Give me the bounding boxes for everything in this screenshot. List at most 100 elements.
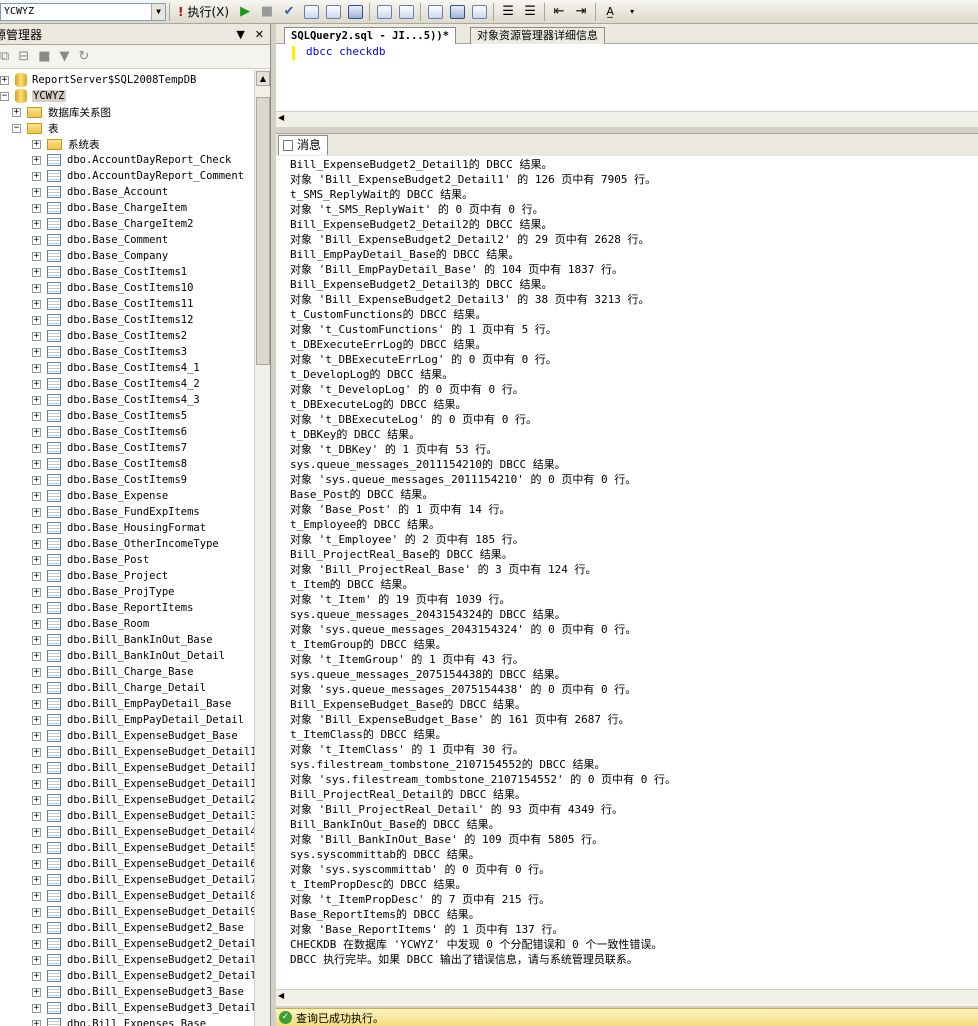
- tree-item-table[interactable]: + dbo.Bill_ExpenseBudget_Detail10: [32, 760, 255, 776]
- intellisense-icon[interactable]: [346, 2, 364, 22]
- expand-icon[interactable]: +: [32, 875, 41, 885]
- tree-item-table[interactable]: + dbo.Base_Room: [32, 616, 149, 632]
- expand-icon[interactable]: +: [32, 779, 41, 789]
- expand-icon[interactable]: +: [32, 379, 41, 389]
- expand-icon[interactable]: +: [32, 1019, 41, 1026]
- tree-item-folder[interactable]: + 系统表: [32, 136, 100, 152]
- tree-item-table[interactable]: + dbo.Bill_Expenses_Base: [32, 1016, 206, 1026]
- tree-item-table[interactable]: + dbo.Base_ChargeItem: [32, 200, 187, 216]
- tree-vertical-scrollbar[interactable]: ▲: [254, 70, 270, 1026]
- tree-item-table[interactable]: + dbo.Base_CostItems11: [32, 296, 193, 312]
- expand-icon[interactable]: +: [32, 395, 41, 405]
- expand-icon[interactable]: +: [32, 427, 41, 437]
- expand-icon[interactable]: +: [32, 331, 41, 341]
- expand-icon[interactable]: +: [32, 891, 41, 901]
- collapse-icon[interactable]: −: [0, 91, 9, 101]
- tree-item-table[interactable]: + dbo.Bill_ExpenseBudget_Detail2: [32, 792, 255, 808]
- expand-icon[interactable]: +: [32, 219, 41, 229]
- tree-item-table[interactable]: + dbo.Bill_Charge_Base: [32, 664, 193, 680]
- expand-icon[interactable]: +: [32, 411, 41, 421]
- tree-item-table[interactable]: + dbo.Base_CostItems1: [32, 264, 187, 280]
- expand-icon[interactable]: +: [32, 795, 41, 805]
- expand-icon[interactable]: +: [32, 843, 41, 853]
- expand-icon[interactable]: +: [32, 315, 41, 325]
- tree-item-table[interactable]: + dbo.Base_Company: [32, 248, 168, 264]
- tree-item-table[interactable]: + dbo.Base_Account: [32, 184, 168, 200]
- expand-icon[interactable]: +: [32, 763, 41, 773]
- execute-button[interactable]: ! 执行(X): [175, 2, 232, 22]
- expand-icon[interactable]: +: [32, 619, 41, 629]
- expand-icon[interactable]: +: [32, 363, 41, 373]
- expand-icon[interactable]: +: [32, 587, 41, 597]
- expand-icon[interactable]: +: [32, 827, 41, 837]
- tree-item-table[interactable]: + dbo.Base_HousingFormat: [32, 520, 206, 536]
- expand-icon[interactable]: +: [0, 75, 9, 85]
- expand-icon[interactable]: +: [32, 907, 41, 917]
- tree-item-table[interactable]: + dbo.Bill_ExpenseBudget_Detail3: [32, 808, 255, 824]
- expand-icon[interactable]: +: [32, 459, 41, 469]
- tree-item-table[interactable]: + dbo.Bill_ExpenseBudget3_Base: [32, 984, 244, 1000]
- expand-icon[interactable]: +: [32, 299, 41, 309]
- include-plan-icon[interactable]: [375, 2, 393, 22]
- tree-item-table[interactable]: + dbo.Base_OtherIncomeType: [32, 536, 219, 552]
- tree-item-table[interactable]: + dbo.Base_CostItems6: [32, 424, 187, 440]
- tree-item-table[interactable]: + dbo.Bill_BankInOut_Base: [32, 632, 212, 648]
- query-text[interactable]: dbcc checkdb: [306, 45, 385, 58]
- comment-lines-icon[interactable]: ☰: [499, 2, 517, 22]
- stop-icon[interactable]: ■: [38, 49, 50, 64]
- expand-icon[interactable]: +: [32, 203, 41, 213]
- connect-icon[interactable]: ⧉: [0, 49, 9, 64]
- expand-icon[interactable]: +: [32, 347, 41, 357]
- expand-icon[interactable]: +: [32, 667, 41, 677]
- expand-icon[interactable]: +: [32, 987, 41, 997]
- expand-icon[interactable]: +: [32, 683, 41, 693]
- tree-item-table[interactable]: + dbo.Bill_ExpenseBudget_Detail9: [32, 904, 255, 920]
- parse-check-icon[interactable]: ✔: [280, 2, 298, 22]
- expand-icon[interactable]: +: [32, 443, 41, 453]
- pin-dropdown-icon[interactable]: ▼: [236, 28, 244, 41]
- expand-icon[interactable]: +: [32, 603, 41, 613]
- chevron-down-icon[interactable]: ▼: [151, 3, 165, 20]
- tree-item-table[interactable]: + dbo.Bill_EmpPayDetail_Detail: [32, 712, 244, 728]
- expand-icon[interactable]: +: [32, 283, 41, 293]
- tree-item-database[interactable]: − YCWYZ: [0, 88, 66, 104]
- results-horizontal-scrollbar[interactable]: ◀: [276, 989, 978, 1006]
- tree-item-table[interactable]: + dbo.Base_CostItems2: [32, 328, 187, 344]
- results-to-text-icon[interactable]: [426, 2, 444, 22]
- tree-item-table[interactable]: + dbo.Bill_ExpenseBudget2_Base: [32, 920, 244, 936]
- cancel-query-icon[interactable]: ■: [258, 2, 276, 22]
- expand-icon[interactable]: +: [32, 699, 41, 709]
- expand-icon[interactable]: +: [32, 571, 41, 581]
- tab-sqlquery2[interactable]: SQLQuery2.sql - JI...5))*: [284, 27, 457, 44]
- scrollbar-thumb[interactable]: [256, 97, 270, 365]
- tree-item-table[interactable]: + dbo.Bill_ExpenseBudget_Detail11: [32, 776, 255, 792]
- tree-item-table[interactable]: + dbo.Bill_Charge_Detail: [32, 680, 206, 696]
- expand-icon[interactable]: +: [32, 171, 41, 181]
- editor-horizontal-scrollbar[interactable]: ◀: [276, 111, 978, 127]
- tree-item-table[interactable]: + dbo.Bill_BankInOut_Detail: [32, 648, 225, 664]
- tree-item-table[interactable]: + dbo.Base_FundExpItems: [32, 504, 200, 520]
- expand-icon[interactable]: +: [32, 475, 41, 485]
- increase-indent-icon[interactable]: ⇥: [572, 2, 590, 22]
- expand-icon[interactable]: +: [32, 971, 41, 981]
- expand-icon[interactable]: +: [32, 139, 41, 149]
- scroll-left-icon[interactable]: ◀: [278, 991, 290, 1005]
- tree-item-table[interactable]: + dbo.Bill_ExpenseBudget_Base: [32, 728, 238, 744]
- results-to-file-icon[interactable]: [470, 2, 488, 22]
- expand-icon[interactable]: +: [32, 155, 41, 165]
- toolbar-overflow-icon[interactable]: ▾: [623, 2, 641, 22]
- tree-item-folder[interactable]: − 表: [12, 120, 59, 136]
- expand-icon[interactable]: +: [32, 523, 41, 533]
- tree-item-table[interactable]: + dbo.Bill_ExpenseBudget_Detail8: [32, 888, 255, 904]
- expand-icon[interactable]: +: [32, 1003, 41, 1013]
- expand-icon[interactable]: +: [32, 955, 41, 965]
- expand-icon[interactable]: +: [32, 539, 41, 549]
- scroll-up-icon[interactable]: ▲: [256, 71, 270, 86]
- tab-object-explorer-details[interactable]: 对象资源管理器详细信息: [470, 27, 605, 44]
- tree-item-table[interactable]: + dbo.Bill_EmpPayDetail_Base: [32, 696, 231, 712]
- expand-icon[interactable]: +: [32, 267, 41, 277]
- expand-icon[interactable]: +: [32, 731, 41, 741]
- tree-item-table[interactable]: + dbo.Bill_ExpenseBudget_Detail5: [32, 840, 255, 856]
- tree-item-table[interactable]: + dbo.Base_CostItems9: [32, 472, 187, 488]
- tree-item-table[interactable]: + dbo.Base_CostItems5: [32, 408, 187, 424]
